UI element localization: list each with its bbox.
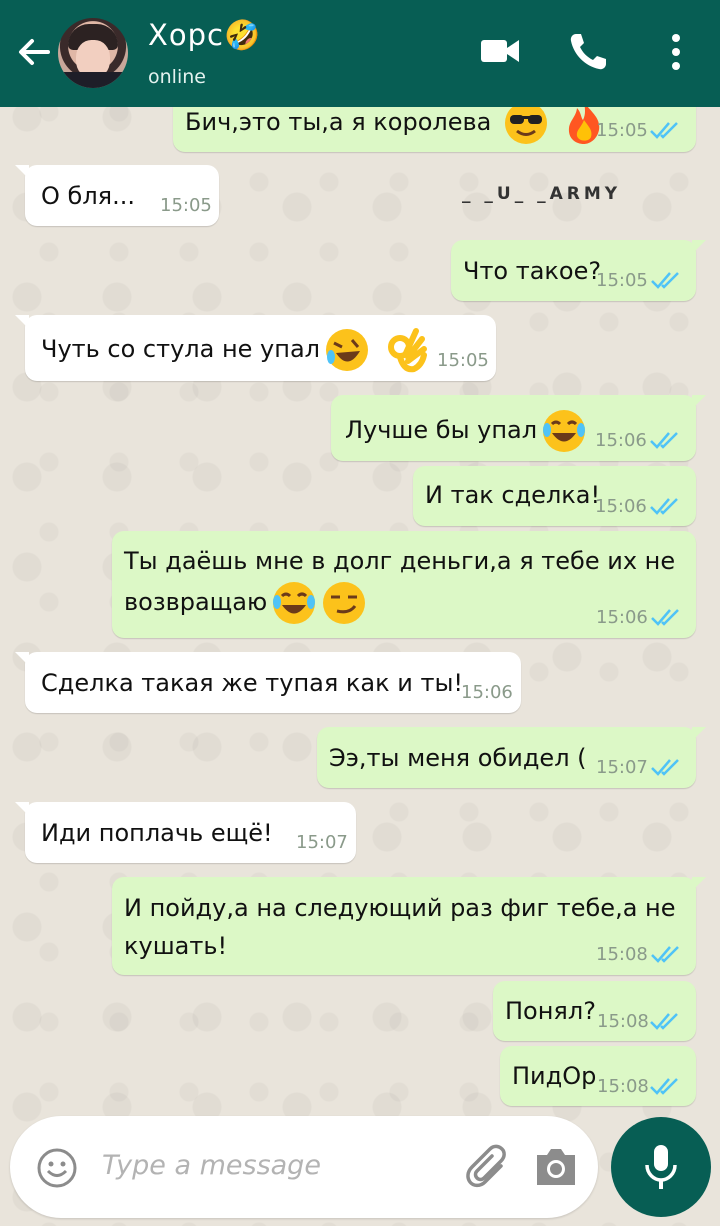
- joy-emoji: [543, 410, 586, 452]
- read-receipt-icon: [651, 946, 679, 963]
- avatar[interactable]: [58, 18, 128, 88]
- message-text: О бля...: [41, 182, 135, 210]
- message-bubble-outgoing[interactable]: Понял? 15:08: [493, 981, 696, 1041]
- rofl-emoji: [326, 329, 368, 371]
- message-time: 15:06: [461, 682, 513, 703]
- back-arrow-icon[interactable]: [14, 32, 54, 72]
- message-text: Бич,это ты,а я королева: [185, 108, 492, 136]
- message-text: Ты даёшь мне в долг деньги,а я тебе их н…: [124, 547, 676, 616]
- message-text: Ээ,ты меня обидел (: [329, 744, 587, 772]
- read-receipt-icon: [650, 498, 678, 515]
- message-time: 15:08: [596, 944, 648, 965]
- menu-dots-icon[interactable]: [668, 32, 684, 76]
- message-bubble-outgoing[interactable]: И так сделка! 15:06: [413, 466, 696, 526]
- message-text: ПидОр: [512, 1062, 597, 1090]
- joy-emoji: [273, 582, 316, 624]
- message-bubble-incoming[interactable]: О бля... 15:05: [15, 165, 219, 226]
- message-input-bar[interactable]: Type a message: [10, 1116, 598, 1218]
- message-text: Чуть со стула не упал: [41, 335, 320, 363]
- message-bubble-incoming[interactable]: Чуть со стула не упал 15:05: [15, 315, 496, 381]
- message-bubble-outgoing[interactable]: Ээ,ты меня обидел ( 15:07: [317, 727, 706, 788]
- read-receipt-icon: [650, 1013, 678, 1030]
- message-time: 15:05: [160, 195, 212, 216]
- message-time: 15:05: [437, 350, 489, 371]
- video-call-icon[interactable]: [480, 30, 520, 76]
- message-bubble-outgoing[interactable]: Ты даёшь мне в долг деньги,а я тебе их н…: [112, 531, 696, 638]
- watermark-text: _ _U_ _ARMY: [462, 184, 622, 204]
- read-receipt-icon: [650, 432, 678, 449]
- ok-hand-emoji: [387, 328, 427, 373]
- message-text: Что такое?: [463, 257, 602, 285]
- chat-header: Хорс🤣 online: [0, 0, 720, 107]
- smirk-emoji: [323, 582, 366, 624]
- message-bubble-incoming[interactable]: Сделка такая же тупая как и ты! 15:06: [15, 652, 521, 713]
- read-receipt-icon: [651, 609, 679, 626]
- message-time: 15:05: [596, 120, 648, 141]
- message-bubble-outgoing[interactable]: И пойду,а на следующий раз фиг тебе,а не…: [112, 877, 706, 975]
- read-receipt-icon: [650, 122, 678, 139]
- message-text: Понял?: [505, 997, 596, 1025]
- message-time: 15:06: [596, 607, 648, 628]
- message-text: Лучше бы упал: [345, 416, 538, 444]
- message-time: 15:06: [595, 496, 647, 517]
- contact-name[interactable]: Хорс🤣: [148, 18, 261, 53]
- message-bubble-incoming[interactable]: Иди поплачь ещё! 15:07: [15, 802, 356, 863]
- message-time: 15:08: [597, 1076, 649, 1097]
- emoji-icon[interactable]: [36, 1147, 78, 1193]
- read-receipt-icon: [651, 759, 679, 776]
- mic-icon: [645, 1145, 677, 1189]
- read-receipt-icon: [651, 272, 679, 289]
- message-time: 15:07: [296, 832, 348, 853]
- message-time: 15:05: [596, 270, 648, 291]
- message-text: Иди поплачь ещё!: [41, 819, 273, 847]
- message-bubble-outgoing[interactable]: Что такое? 15:05: [451, 240, 706, 301]
- camera-icon[interactable]: [533, 1147, 579, 1191]
- message-text: И так сделка!: [425, 481, 601, 509]
- phone-icon[interactable]: [566, 30, 610, 78]
- read-receipt-icon: [650, 1078, 678, 1095]
- attach-icon[interactable]: [465, 1144, 511, 1194]
- contact-status: online: [148, 66, 206, 88]
- message-time: 15:06: [595, 430, 647, 451]
- message-text: Сделка такая же тупая как и ты!: [41, 669, 464, 697]
- message-time: 15:07: [596, 757, 648, 778]
- message-bubble-outgoing[interactable]: ПидОр 15:08: [500, 1046, 696, 1106]
- message-bubble-outgoing[interactable]: Лучше бы упал 15:06: [331, 395, 706, 461]
- mic-button[interactable]: [611, 1117, 711, 1217]
- message-input-placeholder[interactable]: Type a message: [102, 1150, 321, 1181]
- message-time: 15:08: [597, 1011, 649, 1032]
